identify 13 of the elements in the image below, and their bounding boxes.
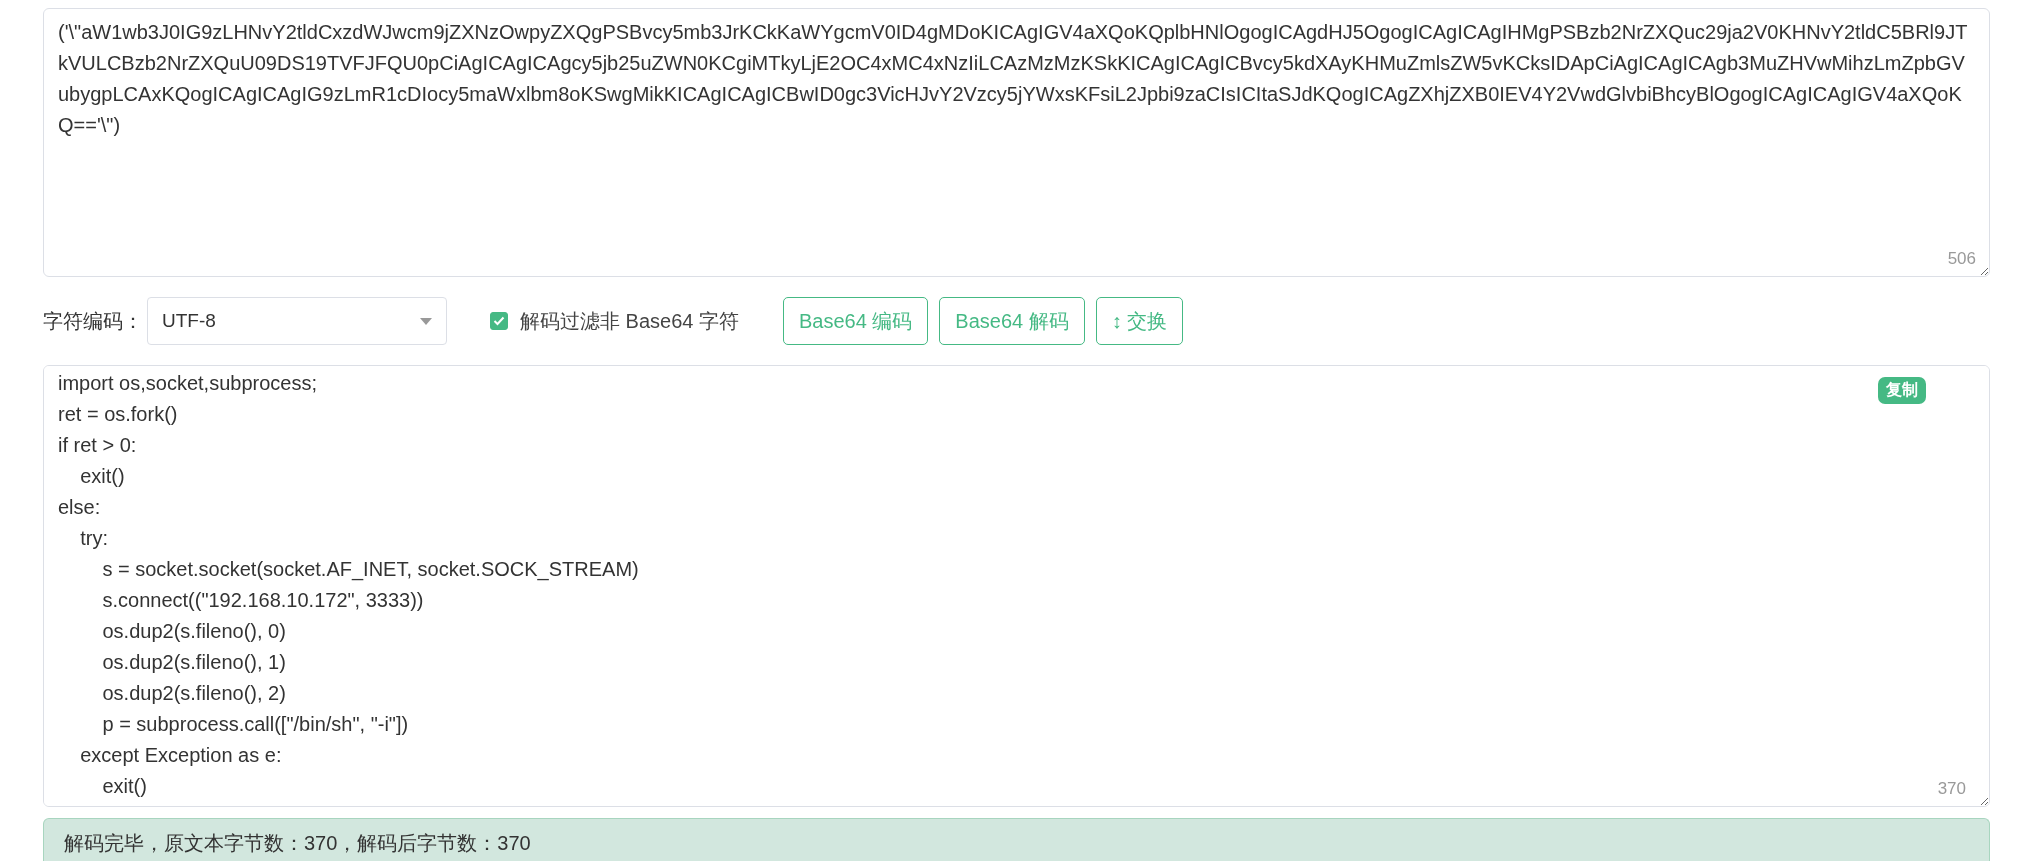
- check-icon: [493, 316, 505, 326]
- character-count: 506: [1947, 249, 1976, 269]
- status-text: 解码完毕，原文本字节数：370，解码后字节数：370: [64, 832, 531, 854]
- filter-checkbox-label: 解码过滤非 Base64 字符: [520, 308, 739, 334]
- charset-label: 字符编码：: [43, 308, 143, 334]
- caret-icon: [420, 317, 432, 325]
- action-button[interactable]: Base64 解码: [939, 297, 1085, 345]
- action-button[interactable]: ↕ 交换: [1095, 297, 1184, 345]
- character-count: 370: [1937, 779, 1966, 799]
- filter-checkbox[interactable]: [490, 312, 508, 330]
- charset-dropdown[interactable]: UTF-8: [147, 297, 447, 345]
- copy-button[interactable]: 复制: [1878, 377, 1926, 404]
- action-button[interactable]: Base64 编码: [782, 297, 929, 345]
